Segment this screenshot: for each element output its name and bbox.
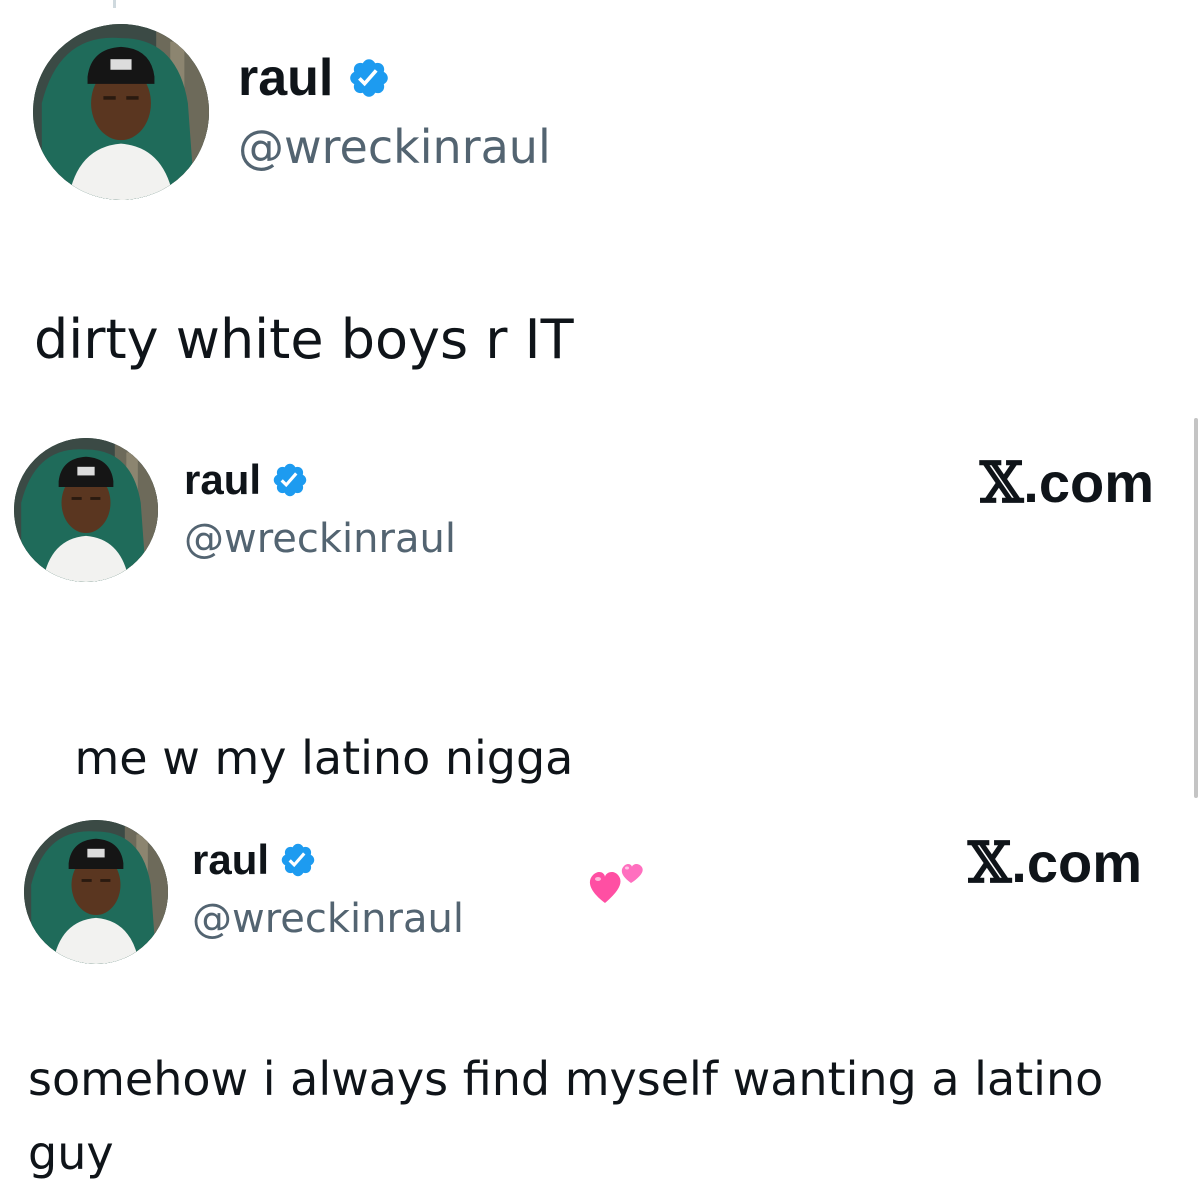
avatar[interactable] <box>14 438 158 582</box>
verified-badge-icon <box>279 841 317 879</box>
name-row: raul <box>184 454 309 506</box>
verified-badge-icon <box>347 56 391 100</box>
avatar-image <box>33 24 209 200</box>
x-com-watermark: 𝕏.com <box>968 830 1142 896</box>
avatar-image <box>24 820 168 964</box>
two-hearts-icon <box>587 737 649 903</box>
brand-suffix: .com <box>1011 831 1142 894</box>
x-logo-icon: 𝕏 <box>979 450 1024 516</box>
tweet-card-1[interactable]: raul @wreckinraul dirty white boys r IT <box>0 0 1200 400</box>
verified-badge-icon <box>271 461 309 499</box>
brand-suffix: .com <box>1023 451 1154 514</box>
handle[interactable]: @wreckinraul <box>184 516 456 562</box>
tweet-card-3[interactable]: raul @wreckinraul 𝕏.com somehow i always… <box>0 800 1200 1200</box>
display-name[interactable]: raul <box>238 48 333 108</box>
display-name[interactable]: raul <box>192 836 269 884</box>
tweet-text: dirty white boys r IT <box>34 308 574 371</box>
x-logo-icon: 𝕏 <box>967 830 1012 896</box>
name-row: raul <box>192 834 317 886</box>
avatar[interactable] <box>33 24 209 200</box>
name-row: raul <box>238 46 391 110</box>
tweet-card-2[interactable]: raul @wreckinraul 𝕏.com me w my latino n… <box>0 420 1200 903</box>
handle[interactable]: @wreckinraul <box>192 896 464 942</box>
tweet-text: somehow i always find myself wanting a l… <box>28 1052 1104 1180</box>
tweet-text-content: me w my latino nigga <box>74 731 574 785</box>
handle[interactable]: @wreckinraul <box>238 120 551 174</box>
avatar[interactable] <box>24 820 168 964</box>
x-com-watermark: 𝕏.com <box>980 450 1154 516</box>
avatar-image <box>14 438 158 582</box>
display-name[interactable]: raul <box>184 456 261 504</box>
